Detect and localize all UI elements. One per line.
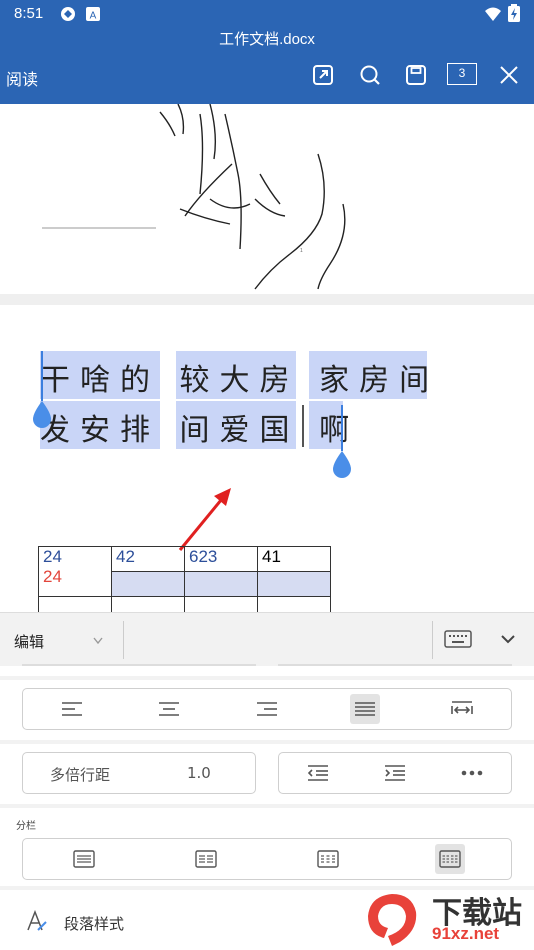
align-distributed-button[interactable] — [413, 689, 511, 729]
selection-start-handle[interactable] — [31, 401, 53, 429]
increase-indent-button[interactable] — [356, 753, 433, 793]
save-icon — [406, 65, 426, 85]
paragraph-line-2[interactable]: 发安排 间爱国 啊 — [40, 405, 359, 449]
collapse-chevron-icon[interactable] — [500, 633, 516, 645]
increase-indent-icon — [384, 765, 405, 781]
selection-start-bar — [41, 351, 43, 401]
status-time: 8:51 — [14, 5, 44, 22]
close-button[interactable] — [494, 60, 524, 90]
divider — [123, 621, 124, 659]
chevron-down-icon[interactable] — [93, 637, 103, 645]
table-cell[interactable]: 41 — [257, 546, 331, 572]
two-columns-icon — [195, 850, 217, 868]
align-center-icon — [159, 702, 180, 716]
align-left-icon — [61, 702, 82, 716]
more-icon — [462, 770, 483, 776]
search-icon — [360, 65, 380, 85]
columns-label: 分栏 — [16, 821, 36, 832]
table-cell[interactable]: 24 24 — [38, 546, 112, 597]
document-canvas[interactable]: 1 干啥的 较大房 家房间 发安排 间爱国 啊 24 24 42 623 41 — [0, 104, 534, 612]
align-right-button[interactable] — [218, 689, 316, 729]
table-cell[interactable]: 42 — [111, 546, 185, 572]
search-button[interactable] — [355, 60, 385, 90]
document-title: 工作文档.docx — [219, 31, 315, 48]
table-cell[interactable] — [257, 596, 331, 612]
decrease-indent-icon — [307, 765, 328, 781]
selection-end-bar — [341, 405, 343, 451]
share-button[interactable] — [308, 60, 338, 90]
partial-control-edge — [278, 664, 512, 666]
app-top-bar: 8:51 A 工作文档.docx 阅读 3 — [0, 0, 534, 104]
vpn-icon — [61, 7, 75, 21]
keyboard-icon[interactable] — [444, 630, 472, 648]
table-cell[interactable] — [184, 571, 258, 597]
share-icon — [313, 65, 333, 85]
selection-end-handle[interactable] — [331, 451, 353, 479]
document-table[interactable]: 24 24 42 623 41 — [38, 546, 331, 612]
paragraph-line-1[interactable]: 干啥的 较大房 家房间 — [40, 355, 439, 399]
line-spacing-label: 多倍行距 — [50, 766, 111, 784]
alignment-group — [22, 688, 512, 730]
partial-control-edge — [22, 664, 256, 666]
four-columns-button[interactable] — [389, 839, 511, 879]
table-cell-value: 24 — [43, 547, 62, 566]
panel-card — [0, 666, 534, 676]
table-cell-value: 42 — [116, 547, 135, 566]
three-columns-icon — [317, 850, 339, 868]
indent-group — [278, 752, 512, 794]
line-spacing-value: 1.0 — [187, 764, 211, 782]
site-watermark: 下载站 91xz.net — [362, 890, 534, 950]
align-right-icon — [256, 702, 277, 716]
notification-a-icon: A — [86, 7, 100, 22]
align-center-button[interactable] — [121, 689, 219, 729]
align-justify-icon — [354, 702, 375, 716]
decrease-indent-button[interactable] — [279, 753, 356, 793]
align-left-button[interactable] — [23, 689, 121, 729]
three-columns-button[interactable] — [267, 839, 389, 879]
save-button[interactable] — [401, 60, 431, 90]
svg-text:1: 1 — [300, 248, 303, 254]
table-cell-value: 623 — [189, 547, 218, 566]
line-spacing-control[interactable]: 多倍行距 1.0 — [22, 752, 256, 794]
watermark-url: 91xz.net — [432, 924, 500, 943]
table-cell-value: 24 — [43, 567, 62, 586]
wifi-icon — [485, 7, 501, 21]
read-mode-label[interactable]: 阅读 — [6, 66, 38, 90]
close-icon — [500, 66, 518, 84]
battery-icon — [508, 4, 520, 22]
paragraph-style-icon — [27, 910, 47, 931]
table-cell[interactable]: 623 — [184, 546, 258, 572]
align-justify-button[interactable] — [316, 689, 414, 729]
style-dropdown[interactable]: 编辑 — [14, 631, 44, 652]
align-distributed-icon — [451, 701, 473, 714]
table-cell[interactable] — [111, 596, 185, 612]
red-arrow-annotation — [178, 488, 231, 551]
status-bar: 8:51 A — [0, 0, 534, 28]
edit-toolbar: 编辑 — [0, 612, 534, 666]
table-cell-value: 41 — [262, 547, 281, 566]
one-column-button[interactable] — [23, 839, 145, 879]
columns-group — [22, 838, 512, 880]
table-cell[interactable] — [111, 571, 185, 597]
page-count-button[interactable]: 3 — [447, 63, 477, 85]
divider — [432, 621, 433, 659]
text-cursor — [302, 405, 304, 447]
one-column-icon — [73, 850, 95, 868]
handwriting-drawing: 1 — [42, 104, 346, 290]
two-columns-button[interactable] — [145, 839, 267, 879]
table-cell[interactable] — [38, 596, 112, 612]
table-cell[interactable] — [257, 571, 331, 597]
more-options-button[interactable] — [434, 753, 511, 793]
paragraph-style-label: 段落样式 — [64, 915, 125, 933]
table-cell[interactable] — [184, 596, 258, 612]
svg-text:A: A — [90, 11, 97, 22]
page-1: 1 — [0, 104, 534, 294]
watermark-logo-icon — [368, 894, 417, 946]
four-columns-icon — [439, 850, 461, 868]
